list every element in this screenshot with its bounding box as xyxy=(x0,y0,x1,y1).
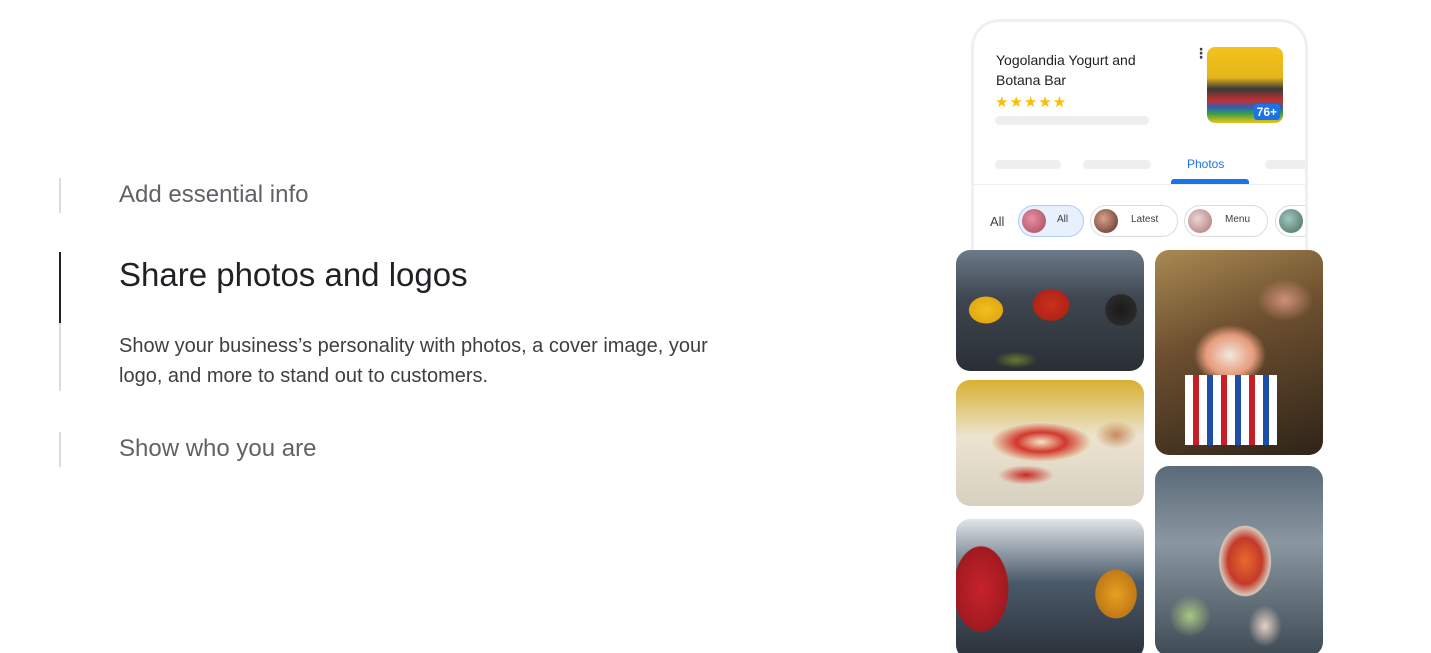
tab-placeholder xyxy=(995,160,1061,169)
accordion-item-title: Show who you are xyxy=(119,435,317,462)
accordion-indicator xyxy=(59,323,61,391)
chips-label: All xyxy=(990,214,1005,229)
chip-label: Menu xyxy=(1225,214,1251,225)
accordion-item-title: Share photos and logos xyxy=(119,256,468,293)
tab-placeholder xyxy=(1265,160,1305,169)
accordion-item-title: Add essential info xyxy=(119,181,309,208)
photo-staff-preparing-drinks[interactable] xyxy=(956,519,1144,653)
chip-thumbnail xyxy=(1094,209,1118,233)
business-cover-thumbnail[interactable]: 76+ xyxy=(1207,47,1283,123)
chip-menu[interactable]: Menu xyxy=(1184,205,1268,237)
business-name: Yogolandia Yogurt and Botana Bar xyxy=(996,52,1136,88)
chip-thumbnail xyxy=(1022,209,1046,233)
tabs-divider xyxy=(974,184,1305,185)
accordion-indicator xyxy=(59,432,61,467)
chip-label: Latest xyxy=(1131,214,1159,225)
placeholder-bar xyxy=(995,116,1149,125)
chip-all[interactable]: All xyxy=(1018,205,1084,237)
phone-mockup: Yogolandia Yogurt and Botana Bar ★★★★★ ⋮… xyxy=(971,19,1308,259)
chip-label: All xyxy=(1057,214,1069,225)
tab-placeholder xyxy=(1083,160,1151,169)
photo-frozen-yogurt-cup[interactable] xyxy=(1155,250,1323,455)
tab-photos[interactable]: Photos xyxy=(1187,157,1224,171)
chip-thumbnail xyxy=(1188,209,1212,233)
more-options-icon[interactable]: ⋮ xyxy=(1194,46,1208,60)
accordion-item-description: Show your business’s personality with ph… xyxy=(119,335,708,387)
accordion-item-essential-info[interactable]: Add essential info xyxy=(59,178,359,214)
accordion-indicator xyxy=(59,178,61,213)
accordion-indicator-active xyxy=(59,252,61,323)
photo-elote-with-chili[interactable] xyxy=(956,380,1144,506)
chip-latest[interactable]: Latest xyxy=(1090,205,1178,237)
chip-thumbnail xyxy=(1279,209,1303,233)
chip-more[interactable] xyxy=(1275,205,1305,237)
photo-count-badge: 76+ xyxy=(1253,104,1280,120)
rating-stars: ★★★★★ xyxy=(995,94,1068,111)
accordion-item-photos-logos[interactable]: Share photos and logos Show your busines… xyxy=(59,252,759,392)
accordion-item-show-who[interactable]: Show who you are xyxy=(59,432,359,468)
photo-fruit-cup-in-hand[interactable] xyxy=(1155,466,1323,653)
photo-toppings-bar[interactable] xyxy=(956,250,1144,371)
